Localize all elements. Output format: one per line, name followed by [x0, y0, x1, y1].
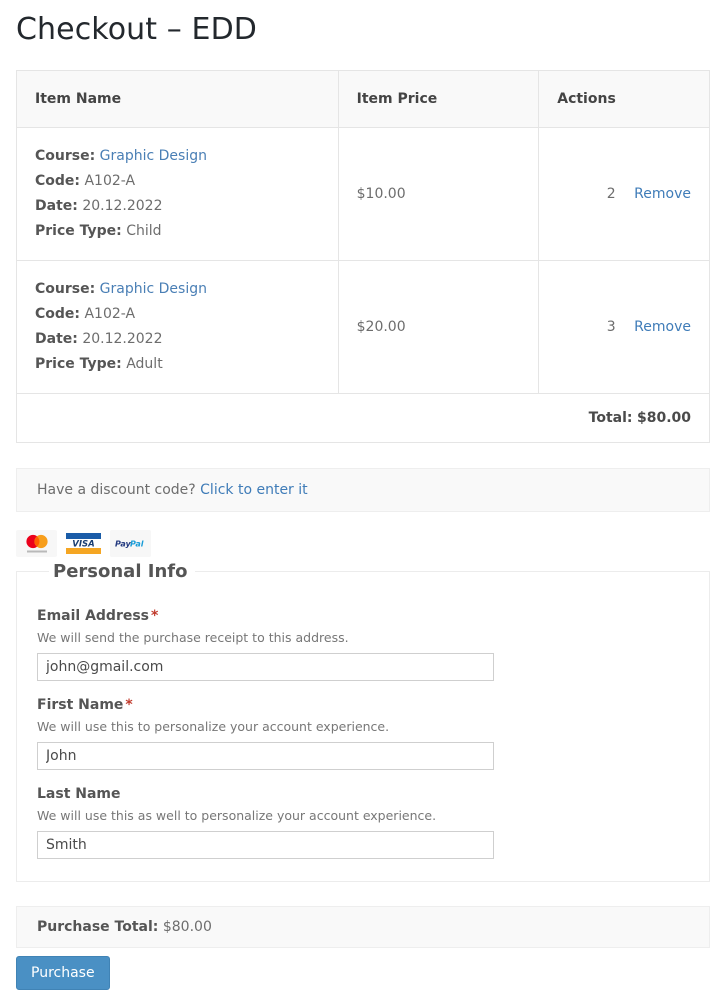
- item-date-line: Date: 20.12.2022: [35, 327, 320, 352]
- label-course: Course:: [35, 281, 96, 297]
- personal-info-legend: Personal Info: [53, 561, 188, 582]
- cart-header-row: Item Name Item Price Actions: [16, 70, 710, 128]
- email-description: We will send the purchase receipt to thi…: [37, 630, 349, 645]
- value-code: A102-A: [84, 306, 136, 322]
- required-asterisk: *: [125, 697, 133, 713]
- remove-item-link[interactable]: Remove: [634, 186, 691, 202]
- label-code: Code:: [35, 173, 81, 189]
- last-name-description: We will use this as well to personalize …: [37, 808, 437, 823]
- first-name-label-text: First Name: [37, 697, 124, 713]
- checkout-page: Checkout – EDD Item Name Item Price Acti…: [0, 0, 726, 1007]
- personal-info-fieldset: Personal Info Email Address * We will sen…: [16, 561, 710, 882]
- label-code: Code:: [35, 306, 81, 322]
- email-field[interactable]: [37, 653, 494, 681]
- cell-actions: 3 Remove: [538, 260, 710, 394]
- value-date: 20.12.2022: [82, 331, 163, 347]
- column-header-item-price: Item Price: [337, 70, 539, 128]
- column-header-actions: Actions: [538, 70, 710, 128]
- label-date: Date:: [35, 198, 78, 214]
- purchase-total-label: Purchase Total:: [37, 919, 159, 935]
- value-price-type: Adult: [126, 356, 163, 372]
- field-group-first-name: First Name * We will use this to personal…: [37, 697, 689, 770]
- cart-table-head: Item Name Item Price Actions: [16, 70, 710, 128]
- item-quantity: 3: [606, 319, 616, 335]
- item-course-line: Course: Graphic Design: [35, 144, 320, 169]
- value-date: 20.12.2022: [82, 198, 163, 214]
- svg-text:VISA: VISA: [72, 540, 94, 550]
- cart-total-row: Total: $80.00: [16, 393, 710, 443]
- item-price-type-line: Price Type: Child: [35, 219, 320, 244]
- label-course: Course:: [35, 148, 96, 164]
- cell-item-details: Course: Graphic Design Code: A102-A Date…: [16, 260, 339, 394]
- cell-item-details: Course: Graphic Design Code: A102-A Date…: [16, 127, 339, 261]
- cell-cart-total: Total: $80.00: [16, 393, 710, 443]
- last-name-label-text: Last Name: [37, 786, 121, 802]
- cell-item-price: $10.00: [337, 127, 539, 261]
- cart-table: Item Name Item Price Actions Course: Gra…: [16, 70, 710, 443]
- value-price-type: Child: [126, 223, 162, 239]
- purchase-button[interactable]: Purchase: [16, 956, 110, 990]
- visa-icon: VISA: [63, 530, 104, 557]
- column-header-item-name: Item Name: [16, 70, 339, 128]
- page-title: Checkout – EDD: [16, 12, 257, 47]
- cart-table-body: Course: Graphic Design Code: A102-A Date…: [16, 127, 710, 443]
- svg-text:Pal: Pal: [130, 540, 144, 549]
- first-name-field[interactable]: [37, 742, 494, 770]
- purchase-total-bar: Purchase Total: $80.00: [16, 906, 710, 948]
- course-link[interactable]: Graphic Design: [100, 281, 207, 297]
- last-name-label: Last Name We will use this as well to pe…: [37, 786, 689, 823]
- value-code: A102-A: [84, 173, 136, 189]
- required-asterisk: *: [151, 608, 159, 624]
- mastercard-icon: [16, 530, 57, 557]
- label-price-type: Price Type:: [35, 356, 122, 372]
- item-date-line: Date: 20.12.2022: [35, 194, 320, 219]
- item-code-line: Code: A102-A: [35, 169, 320, 194]
- purchase-total-value: $80.00: [162, 919, 212, 935]
- item-quantity: 2: [606, 186, 616, 202]
- first-name-description: We will use this to personalize your acc…: [37, 719, 390, 734]
- cart-table-wrapper: Item Name Item Price Actions Course: Gra…: [16, 70, 710, 443]
- first-name-label: First Name * We will use this to personal…: [37, 697, 689, 734]
- course-link[interactable]: Graphic Design: [100, 148, 207, 164]
- cart-total-label: Total:: [588, 410, 633, 426]
- last-name-field[interactable]: [37, 831, 494, 859]
- remove-item-link[interactable]: Remove: [634, 319, 691, 335]
- cell-actions: 2 Remove: [538, 127, 710, 261]
- paypal-icon: Pay Pal: [110, 530, 151, 557]
- cell-item-price: $20.00: [337, 260, 539, 394]
- item-course-line: Course: Graphic Design: [35, 277, 320, 302]
- email-label: Email Address * We will send the purchase…: [37, 608, 689, 645]
- field-group-last-name: Last Name We will use this as well to pe…: [37, 786, 689, 859]
- table-row: Course: Graphic Design Code: A102-A Date…: [16, 127, 710, 261]
- cart-total-value: $80.00: [636, 410, 691, 426]
- field-group-email: Email Address * We will send the purchase…: [37, 608, 689, 681]
- label-price-type: Price Type:: [35, 223, 122, 239]
- item-price-type-line: Price Type: Adult: [35, 352, 320, 377]
- discount-prompt-text: Have a discount code?: [37, 482, 196, 498]
- table-row: Course: Graphic Design Code: A102-A Date…: [16, 260, 710, 394]
- label-date: Date:: [35, 331, 78, 347]
- accepted-payment-icons: VISA Pay Pal: [16, 530, 726, 557]
- item-code-line: Code: A102-A: [35, 302, 320, 327]
- email-label-text: Email Address: [37, 608, 150, 624]
- discount-bar: Have a discount code? Click to enter it: [16, 468, 710, 512]
- enter-discount-link[interactable]: Click to enter it: [200, 482, 308, 498]
